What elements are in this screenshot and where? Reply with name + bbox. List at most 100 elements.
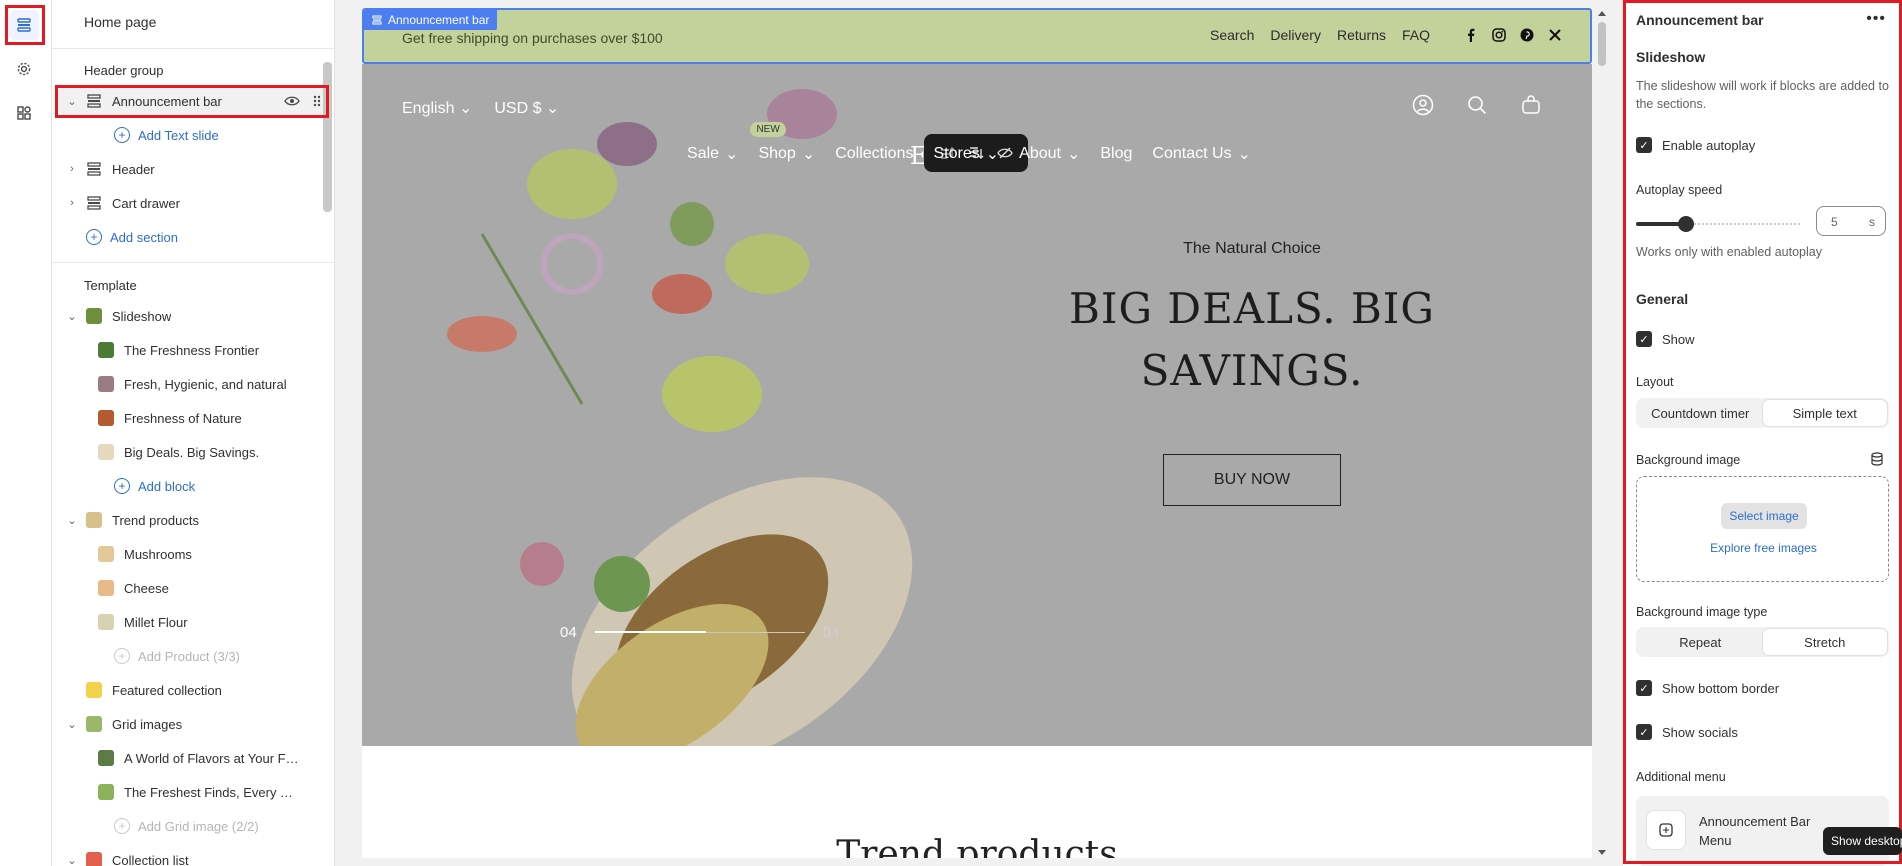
- cart-icon[interactable]: [1520, 94, 1542, 116]
- link-faq[interactable]: FAQ: [1402, 27, 1430, 43]
- plus-circle-icon: +: [114, 127, 130, 143]
- chevron-down-icon: ⌄: [545, 100, 560, 117]
- account-icon[interactable]: [1412, 94, 1434, 116]
- announcement-bar[interactable]: Announcement bar Get free shipping on pu…: [362, 8, 1592, 64]
- buy-now-button[interactable]: BUY NOW: [1163, 454, 1341, 506]
- explore-free-images-link[interactable]: Explore free images: [1637, 541, 1890, 555]
- hero-title: BIG DEALS. BIG SAVINGS.: [1069, 284, 1435, 395]
- chevron-down-icon[interactable]: ⌄: [64, 514, 80, 527]
- sidebar-item-grid-images[interactable]: ⌄ Grid images: [58, 710, 328, 738]
- sidebar-item-announcement-bar[interactable]: ⌄ Announcement bar: [58, 87, 328, 115]
- sidebar-item-collection-list[interactable]: ⌄ Collection list: [58, 846, 328, 866]
- sidebar-scrollbar[interactable]: [323, 62, 332, 212]
- divider: [52, 262, 334, 263]
- chevron-down-icon[interactable]: ⌄: [64, 854, 80, 866]
- x-twitter-icon[interactable]: [1548, 28, 1562, 42]
- block-item[interactable]: A World of Flavors at Your Fi...: [58, 744, 328, 772]
- nav-item-blog[interactable]: Blog: [1100, 145, 1132, 163]
- database-icon[interactable]: [1870, 452, 1884, 466]
- block-item[interactable]: The Freshness Frontier: [58, 336, 328, 364]
- eye-icon[interactable]: [284, 93, 300, 109]
- bg-type-repeat[interactable]: Repeat: [1638, 629, 1763, 655]
- add-block-button[interactable]: + Add block: [58, 472, 328, 500]
- pinterest-icon[interactable]: [1520, 28, 1534, 42]
- nav-item-stores[interactable]: Stores ⌄: [933, 144, 999, 164]
- link-search[interactable]: Search: [1210, 27, 1254, 43]
- layout-option-simple-text[interactable]: Simple text: [1762, 400, 1887, 426]
- section-icon: [87, 94, 101, 108]
- sidebar-item-slideshow[interactable]: ⌄ Slideshow: [58, 302, 328, 330]
- trend-thumb-icon: [86, 512, 102, 528]
- divider: [52, 48, 334, 49]
- search-icon[interactable]: [1466, 94, 1488, 116]
- instagram-icon[interactable]: [1492, 28, 1506, 42]
- enable-autoplay-checkbox[interactable]: ✓ Enable autoplay: [1636, 137, 1755, 153]
- slideshow-thumb-icon: [86, 308, 102, 324]
- block-item[interactable]: Big Deals. Big Savings.: [58, 438, 328, 466]
- slide-progress-fill: [594, 631, 706, 633]
- select-image-button[interactable]: Select image: [1721, 503, 1807, 529]
- store-preview[interactable]: English ⌄ USD $ ⌄ E E Sale⌄ NEWShop⌄ Col…: [362, 8, 1592, 858]
- sidebar-item-header[interactable]: › Header: [58, 155, 328, 183]
- autoplay-speed-input[interactable]: 5s: [1816, 206, 1886, 236]
- check-icon: ✓: [1636, 331, 1652, 347]
- preview-scrollbar[interactable]: [1596, 8, 1608, 858]
- chevron-down-icon[interactable]: ⌄: [64, 95, 80, 108]
- layout-option-countdown[interactable]: Countdown timer: [1638, 400, 1763, 426]
- show-bottom-border-checkbox[interactable]: ✓ Show bottom border: [1636, 680, 1779, 696]
- block-item[interactable]: Mushrooms: [58, 540, 328, 568]
- more-icon[interactable]: •••: [1866, 10, 1886, 28]
- block-item[interactable]: Freshness of Nature: [58, 404, 328, 432]
- link-delivery[interactable]: Delivery: [1270, 27, 1321, 43]
- sidebar-item-trend-products[interactable]: ⌄ Trend products: [58, 506, 328, 534]
- add-label: Add Grid image (2/2): [138, 818, 259, 834]
- chevron-down-icon: ⌄: [985, 146, 1000, 163]
- block-thumb-icon: [98, 546, 114, 562]
- add-grid-image-button: + Add Grid image (2/2): [58, 812, 328, 840]
- background-image-dropzone[interactable]: Select image Explore free images: [1636, 476, 1889, 582]
- nav-item-shop[interactable]: NEW Shop ⌄: [750, 122, 815, 164]
- page-title: Home page: [84, 14, 157, 30]
- language-selector[interactable]: English ⌄: [402, 98, 472, 118]
- chevron-right-icon[interactable]: ›: [64, 197, 80, 209]
- currency-selector[interactable]: USD $ ⌄: [494, 98, 559, 118]
- show-checkbox[interactable]: ✓ Show: [1636, 331, 1695, 347]
- bg-type-stretch[interactable]: Stretch: [1762, 629, 1887, 655]
- sidebar-item-featured-collection[interactable]: Featured collection: [58, 676, 328, 704]
- chevron-right-icon[interactable]: ›: [64, 163, 80, 175]
- facebook-icon[interactable]: [1464, 28, 1478, 42]
- apps-icon[interactable]: [9, 98, 39, 128]
- chevron-down-icon[interactable]: ⌄: [64, 718, 80, 731]
- add-section-button[interactable]: + Add section: [58, 223, 328, 251]
- autoplay-speed-slider[interactable]: [1636, 216, 1801, 232]
- block-item[interactable]: Fresh, Hygienic, and natural: [58, 370, 328, 398]
- link-returns[interactable]: Returns: [1337, 27, 1386, 43]
- block-label: The Freshest Finds, Every Time: [124, 784, 299, 800]
- plus-circle-icon: +: [86, 229, 102, 245]
- block-item[interactable]: Cheese: [58, 574, 328, 602]
- section-sidebar: Home page Header group ⌄ Announcement ba…: [52, 0, 335, 866]
- nav-item-about[interactable]: About ⌄: [1019, 144, 1080, 164]
- nav-item-collections[interactable]: Collections: [835, 145, 913, 163]
- block-label: Cheese: [124, 580, 169, 596]
- add-text-slide-button[interactable]: + Add Text slide: [58, 121, 328, 149]
- block-item[interactable]: The Freshest Finds, Every Time: [58, 778, 328, 806]
- block-item[interactable]: Millet Flour: [58, 608, 328, 636]
- nav-item-sale[interactable]: Sale ⌄: [687, 144, 738, 164]
- slider-handle[interactable]: [1678, 216, 1694, 232]
- sidebar-item-cart-drawer[interactable]: › Cart drawer: [58, 189, 328, 217]
- hero-slideshow[interactable]: English ⌄ USD $ ⌄ E E Sale⌄ NEWShop⌄ Col…: [362, 64, 1592, 746]
- show-socials-checkbox[interactable]: ✓ Show socials: [1636, 724, 1738, 740]
- block-thumb-icon: [98, 376, 114, 392]
- drag-handle-icon[interactable]: [312, 94, 322, 108]
- gear-icon[interactable]: [9, 54, 39, 84]
- new-badge: NEW: [750, 122, 786, 137]
- plus-circle-icon: +: [114, 648, 130, 664]
- slideshow-description: The slideshow will work if blocks are ad…: [1636, 79, 1889, 111]
- layout-segmented: Countdown timer Simple text: [1636, 398, 1889, 428]
- plus-circle-icon: +: [114, 818, 130, 834]
- sections-icon[interactable]: [9, 10, 39, 40]
- block-label: Fresh, Hygienic, and natural: [124, 376, 287, 392]
- chevron-down-icon[interactable]: ⌄: [64, 310, 80, 323]
- nav-item-contact[interactable]: Contact Us ⌄: [1152, 144, 1251, 164]
